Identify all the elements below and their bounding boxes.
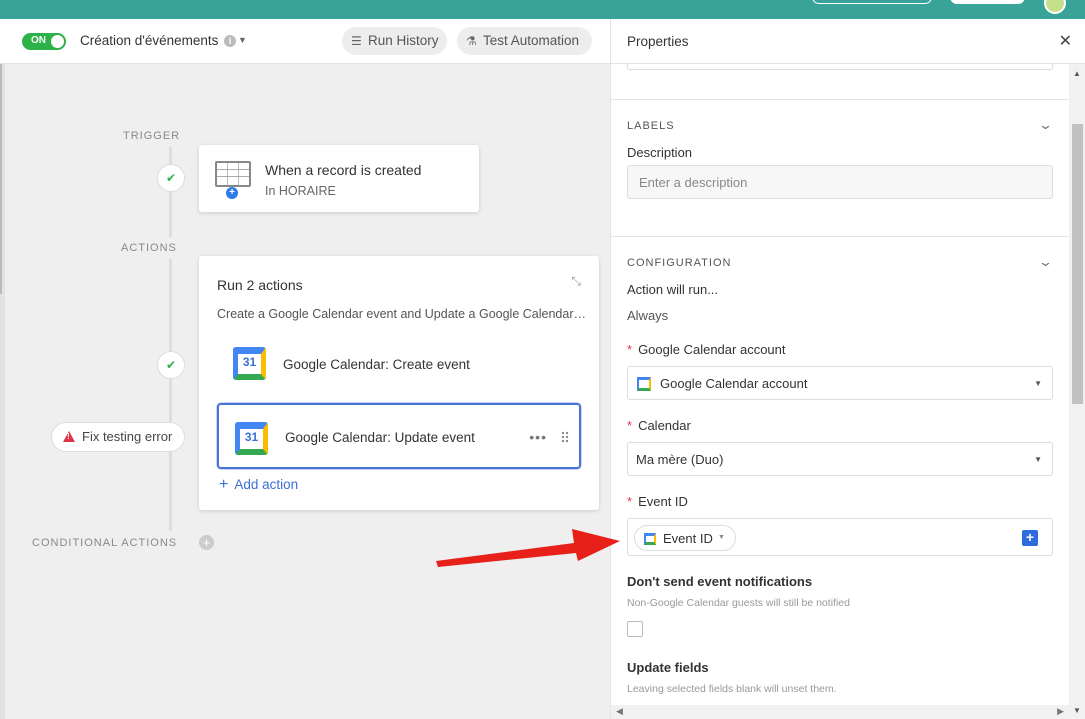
step-success-check-icon: ✔ [157, 351, 185, 379]
account-value: Google Calendar account [660, 376, 808, 391]
description-label: Description [627, 145, 693, 160]
scroll-up-icon[interactable]: ▲ [1073, 69, 1081, 78]
action-step-create-event[interactable]: 31 Google Calendar: Create event [217, 334, 581, 400]
test-automation-label: Test Automation [483, 33, 580, 48]
properties-header: Properties ✕ [611, 19, 1085, 64]
drag-handle-icon[interactable] [561, 431, 569, 443]
add-action-button[interactable]: + Add action [219, 476, 298, 494]
table-icon [215, 161, 251, 187]
event-id-field-label: * Event ID [627, 494, 688, 509]
google-calendar-icon: 31 [235, 422, 268, 455]
flask-icon: ⚗ [466, 34, 477, 48]
fix-testing-error-button[interactable]: Fix testing error [51, 422, 185, 452]
required-marker: * [627, 494, 633, 509]
action-step-update-event[interactable]: 31 Google Calendar: Update event ••• [217, 403, 581, 469]
horizontal-scrollbar[interactable]: ◀ ▶ [611, 705, 1069, 719]
fix-error-label: Fix testing error [82, 429, 173, 444]
properties-title: Properties [627, 34, 689, 49]
action-step-label: Google Calendar: Update event [285, 430, 475, 445]
workflow-canvas-pane: ON Création d'événements i ▼ ☰ Run Histo… [0, 19, 610, 719]
notifications-hint: Non-Google Calendar guests will still be… [627, 597, 850, 609]
close-icon[interactable]: ✕ [1059, 31, 1072, 51]
dropdown-caret-icon: ▼ [1034, 455, 1042, 464]
red-annotation-arrow-icon [436, 529, 620, 567]
scroll-down-icon[interactable]: ▼ [1073, 706, 1081, 715]
add-action-label: Add action [234, 477, 299, 492]
scroll-right-icon[interactable]: ▶ [1057, 706, 1064, 717]
info-icon[interactable]: i [224, 35, 236, 47]
header-button[interactable] [812, 0, 932, 4]
avatar[interactable] [1044, 0, 1066, 14]
plus-circle-icon: + [226, 187, 238, 199]
calendar-value: Ma mère (Duo) [636, 452, 724, 467]
description-input[interactable]: Enter a description [627, 165, 1053, 199]
required-marker: * [627, 342, 633, 357]
left-gutter-bar [0, 64, 2, 294]
update-fields-hint: Leaving selected fields blank will unset… [627, 683, 837, 695]
more-options-icon[interactable]: ••• [529, 429, 547, 445]
dropdown-caret-icon: ▼ [1034, 379, 1042, 388]
collapse-icon[interactable]: ⤡ [571, 274, 581, 289]
vertical-scrollbar[interactable]: ▲ ▼ [1069, 64, 1085, 719]
action-will-run-label: Action will run... [627, 282, 719, 297]
required-marker: * [627, 418, 633, 433]
automation-on-toggle[interactable]: ON [22, 33, 66, 50]
action-step-label: Google Calendar: Create event [283, 357, 470, 372]
description-placeholder: Enter a description [639, 175, 748, 190]
event-id-token[interactable]: Event ID ▼ [634, 525, 736, 551]
toggle-label: ON [31, 35, 46, 46]
flow-connector [169, 147, 172, 237]
dont-send-notifications-checkbox[interactable] [627, 621, 643, 637]
calendar-select[interactable]: Ma mère (Duo) ▼ [627, 442, 1053, 476]
properties-panel: Properties ✕ LABELS ⌄ Description Enter … [610, 19, 1085, 719]
google-calendar-icon [637, 377, 651, 391]
conditional-actions-label: CONDITIONAL ACTIONS [32, 537, 178, 549]
google-calendar-icon: 31 [233, 347, 266, 380]
actions-group-card[interactable]: Run 2 actions ⤡ Create a Google Calendar… [199, 256, 599, 510]
dropdown-caret-icon: ▼ [718, 534, 725, 541]
input-field[interactable] [627, 64, 1053, 70]
workflow-toolbar: ON Création d'événements i ▼ ☰ Run Histo… [0, 19, 610, 64]
trigger-title: When a record is created [265, 162, 422, 178]
properties-scroll-area[interactable]: LABELS ⌄ Description Enter a description… [611, 64, 1085, 719]
header-button[interactable] [950, 0, 1025, 4]
list-icon: ☰ [351, 34, 362, 48]
chevron-down-icon[interactable]: ⌄ [1038, 117, 1053, 133]
toggle-knob [51, 35, 64, 48]
add-conditional-action-icon[interactable]: + [199, 535, 214, 550]
divider [611, 99, 1069, 100]
action-will-run-value: Always [627, 308, 669, 323]
insert-token-plus-button[interactable]: + [1022, 530, 1038, 546]
scrollbar-thumb[interactable] [1072, 124, 1083, 404]
google-calendar-icon [644, 533, 656, 545]
notifications-label: Don't send event notifications [627, 574, 813, 589]
update-fields-label: Update fields [627, 660, 709, 675]
test-automation-button[interactable]: ⚗ Test Automation [457, 27, 592, 55]
trigger-card[interactable]: + When a record is created In HORAIRE [199, 145, 479, 212]
account-select[interactable]: Google Calendar account ▼ [627, 366, 1053, 400]
event-id-token-label: Event ID [663, 531, 713, 546]
app-header-strip [0, 0, 1085, 19]
plus-icon: + [219, 476, 229, 493]
actions-section-label: ACTIONS [121, 242, 177, 254]
chevron-down-icon[interactable]: ▼ [238, 35, 247, 45]
labels-section-header: LABELS [627, 120, 675, 132]
actions-group-description: Create a Google Calendar event and Updat… [217, 307, 587, 321]
actions-group-title: Run 2 actions [217, 277, 303, 293]
scroll-left-icon[interactable]: ◀ [616, 706, 623, 717]
run-history-button[interactable]: ☰ Run History [342, 27, 447, 55]
flow-connector [169, 259, 172, 531]
configuration-section-header: CONFIGURATION [627, 257, 732, 269]
trigger-section-label: TRIGGER [123, 130, 181, 142]
run-history-label: Run History [368, 33, 439, 48]
chevron-down-icon[interactable]: ⌄ [1038, 254, 1053, 270]
calendar-field-label: * Calendar [627, 418, 691, 433]
workflow-title[interactable]: Création d'événements [80, 33, 218, 48]
warning-icon [63, 431, 75, 442]
event-id-input[interactable]: Event ID ▼ + [627, 518, 1053, 556]
trigger-success-check-icon: ✔ [157, 164, 185, 192]
account-field-label: * Google Calendar account [627, 342, 786, 357]
trigger-subtitle: In HORAIRE [265, 184, 336, 198]
divider [611, 236, 1069, 237]
